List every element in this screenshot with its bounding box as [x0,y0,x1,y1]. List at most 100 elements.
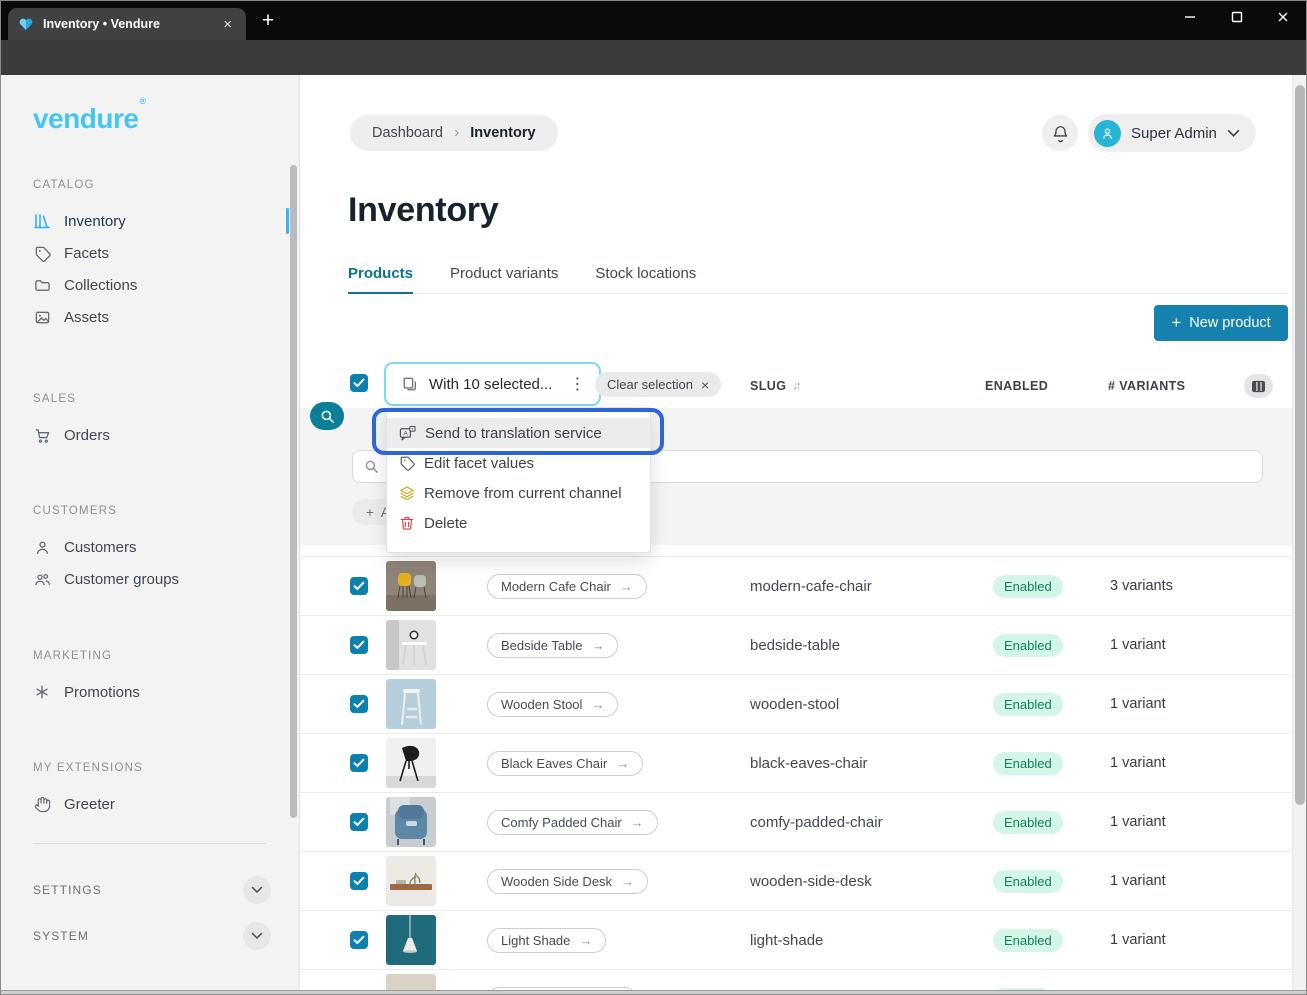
sidebar-item-facets[interactable]: Facets [0,237,299,269]
table-row: Wooden Side Desk→ wooden-side-desk Enabl… [300,851,1292,910]
product-name-link[interactable]: Bedside Table→ [487,633,618,658]
product-name-link[interactable]: Light Shade→ [487,928,606,953]
table-row: Comfy Padded Chair→ comfy-padded-chair E… [300,792,1292,851]
sidebar-item-label: Orders [64,427,110,444]
tab-products[interactable]: Products [348,265,413,294]
sidebar-item-customers[interactable]: Customers [0,531,299,563]
tabs: Products Product variants Stock location… [348,265,1287,294]
check-icon [353,699,365,709]
status-badge: Enabled [993,693,1063,716]
breadcrumb-current[interactable]: Inventory [470,125,535,141]
hand-icon [33,795,51,813]
nav-section-sales: SALES Orders [0,393,299,451]
product-thumbnail [386,915,436,965]
columns-icon [1251,380,1266,393]
sidebar-item-label: Customers [64,539,137,556]
row-checkbox[interactable] [350,931,368,949]
search-toggle-button[interactable] [310,402,344,430]
kebab-menu-icon: ⋮ [569,374,585,394]
sidebar-item-collections[interactable]: Collections [0,269,299,301]
window-maximize-button[interactable] [1220,4,1254,30]
new-product-button[interactable]: + New product [1154,305,1288,341]
browser-tab[interactable]: Inventory • Vendure × [8,8,246,40]
chevron-down-icon [251,886,263,894]
asterisk-icon [33,683,51,701]
sidebar-item-customer-groups[interactable]: Customer groups [0,563,299,595]
arrow-right-icon: → [616,756,629,771]
product-name-link[interactable]: Comfy Padded Chair→ [487,810,658,835]
menu-item-edit-facet-values[interactable]: Edit facet values [387,448,650,478]
nav-section-label: SALES [33,393,299,405]
notifications-button[interactable] [1042,115,1078,151]
sidebar-item-inventory[interactable]: Inventory [0,205,299,237]
product-name-link[interactable]: Wooden Side Desk→ [487,869,648,894]
tag-icon [399,455,415,471]
arrow-right-icon: → [621,874,634,889]
menu-item-remove-from-channel[interactable]: Remove from current channel [387,478,650,508]
main-content: Dashboard › Inventory Super Admin Invent… [300,75,1307,995]
row-checkbox[interactable] [350,636,368,654]
chevron-down-icon [251,932,263,940]
vendure-favicon-heart-icon [18,16,34,32]
row-checkbox[interactable] [350,754,368,772]
column-header-slug[interactable]: SLUG ↓↑ [750,379,799,393]
window-close-button[interactable] [1266,4,1300,30]
bulk-actions-menu: A Send to translation service Edit facet… [386,407,651,553]
row-checkbox[interactable] [350,695,368,713]
sidebar-scrollbar[interactable] [290,165,297,818]
row-checkbox[interactable] [350,813,368,831]
scrollbar-thumb[interactable] [1295,85,1305,805]
table-row: Wooden Stool→ wooden-stool Enabled 1 var… [300,674,1292,733]
tab-stock-locations[interactable]: Stock locations [595,265,696,293]
browser-window: Inventory • Vendure × + localhost:3000/a… [0,0,1307,995]
sidebar-item-greeter[interactable]: Greeter [0,788,299,820]
nav-section-marketing: MARKETING Promotions [0,650,299,708]
clear-selection-button[interactable]: Clear selection × [595,372,721,397]
row-checkbox[interactable] [350,872,368,890]
sidebar-item-assets[interactable]: Assets [0,301,299,333]
select-all-checkbox[interactable] [350,374,368,392]
system-expand-button[interactable] [243,922,271,950]
page-scrollbar[interactable] [1292,75,1307,995]
sidebar-item-label: Customer groups [64,571,179,588]
table-row: Modern Cafe Chair→ modern-cafe-chair Ena… [300,556,1292,615]
bulk-actions-button[interactable]: With 10 selected... ⋮ [384,362,601,406]
chevron-down-icon [1227,129,1240,138]
bell-icon [1051,124,1070,143]
product-name-link[interactable]: Wooden Stool→ [487,692,618,717]
product-slug: bedside-table [750,637,840,654]
arrow-right-icon: → [620,579,633,594]
menu-item-send-to-translation-service[interactable]: A Send to translation service [387,418,650,448]
sidebar-section-system[interactable]: SYSTEM [33,921,271,951]
user-icon [33,538,51,556]
window-minimize-button[interactable] [1173,4,1207,30]
sidebar-item-orders[interactable]: Orders [0,419,299,451]
product-thumbnail [386,561,436,611]
sidebar-item-label: Assets [64,309,109,326]
menu-item-delete[interactable]: Delete [387,508,650,538]
product-slug: comfy-padded-chair [750,814,883,831]
sidebar-item-promotions[interactable]: Promotions [0,676,299,708]
variant-count: 1 variant [1110,755,1166,771]
product-name-link[interactable]: Black Eaves Chair→ [487,751,643,776]
tab-product-variants[interactable]: Product variants [450,265,558,293]
status-badge: Enabled [993,575,1063,598]
row-checkbox[interactable] [350,577,368,595]
arrow-right-icon: → [591,638,604,653]
tab-close-icon[interactable]: × [219,17,236,32]
sidebar-section-settings[interactable]: SETTINGS [33,875,271,905]
settings-expand-button[interactable] [243,876,271,904]
new-tab-button[interactable]: + [256,9,280,33]
nav-section-customers: CUSTOMERS Customers Customer groups [0,505,299,595]
user-menu[interactable]: Super Admin [1088,114,1256,152]
table-row: Light Shade→ light-shade Enabled 1 varia… [300,910,1292,969]
sidebar-item-label: Facets [64,245,109,262]
breadcrumb-dashboard[interactable]: Dashboard [372,125,443,141]
product-name-link[interactable]: Modern Cafe Chair→ [487,574,647,599]
table-row: Bedside Table→ bedside-table Enabled 1 v… [300,615,1292,674]
layers-icon [399,485,415,501]
column-header-variants: # VARIANTS [1108,379,1185,393]
copy-icon [402,376,418,392]
page-title: Inventory [348,191,498,230]
column-settings-button[interactable] [1244,374,1273,398]
